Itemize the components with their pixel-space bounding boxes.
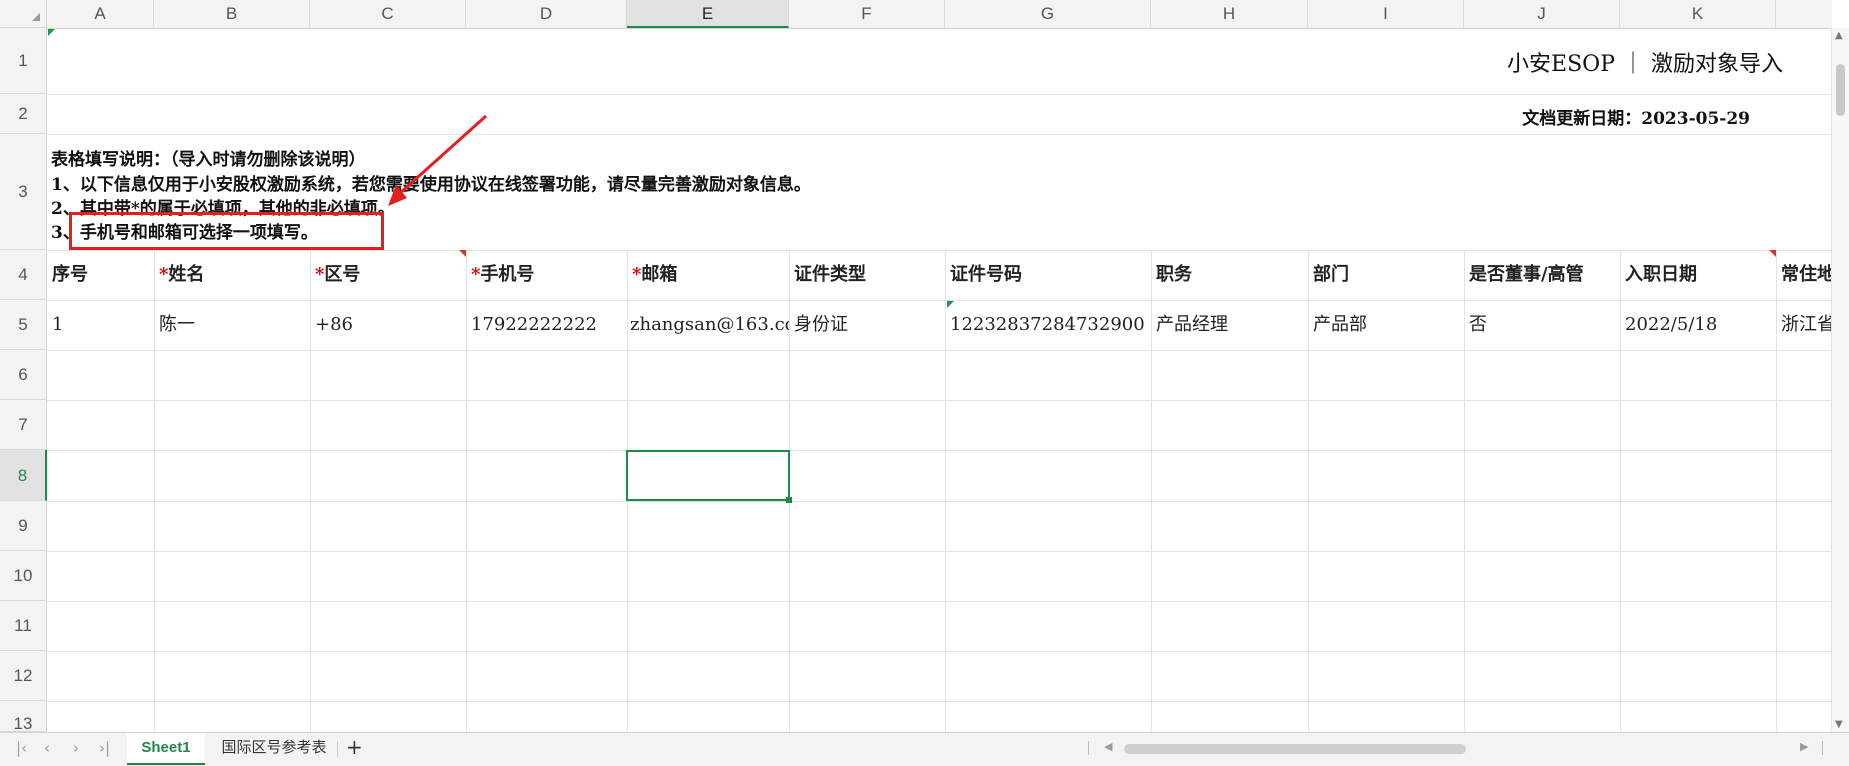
hscroll-end-splitter bbox=[1822, 741, 1823, 755]
tab-sheet1[interactable]: Sheet1 bbox=[127, 733, 205, 765]
tab-divider bbox=[337, 741, 338, 757]
add-sheet-button[interactable]: + bbox=[346, 735, 363, 759]
vertical-scroll-thumb[interactable] bbox=[1836, 64, 1845, 116]
scroll-left-icon[interactable]: ◀ bbox=[1104, 740, 1112, 753]
prev-sheet-icon[interactable]: ‹ bbox=[44, 739, 50, 757]
last-sheet-icon[interactable]: ›| bbox=[99, 739, 110, 757]
sheet-tab-bar: |‹ ‹ › ›| Sheet1 国际区号参考表 + ◀ ▶ bbox=[0, 732, 1849, 766]
first-sheet-icon[interactable]: |‹ bbox=[16, 739, 27, 757]
tab-international-codes[interactable]: 国际区号参考表 bbox=[212, 733, 336, 763]
scroll-down-icon[interactable]: ▼ bbox=[1835, 719, 1843, 730]
vertical-scrollbar[interactable]: ▲ ▼ bbox=[1831, 28, 1849, 732]
hscroll-splitter[interactable] bbox=[1088, 741, 1089, 755]
next-sheet-icon[interactable]: › bbox=[73, 739, 79, 757]
spreadsheet: A B C D E F G H I J K 1 2 3 4 5 6 7 8 9 … bbox=[0, 0, 1849, 766]
annotation-arrow-icon bbox=[388, 114, 488, 206]
scroll-up-icon[interactable]: ▲ bbox=[1835, 30, 1843, 41]
scroll-right-icon[interactable]: ▶ bbox=[1800, 740, 1808, 753]
horizontal-scroll-thumb[interactable] bbox=[1124, 744, 1466, 754]
